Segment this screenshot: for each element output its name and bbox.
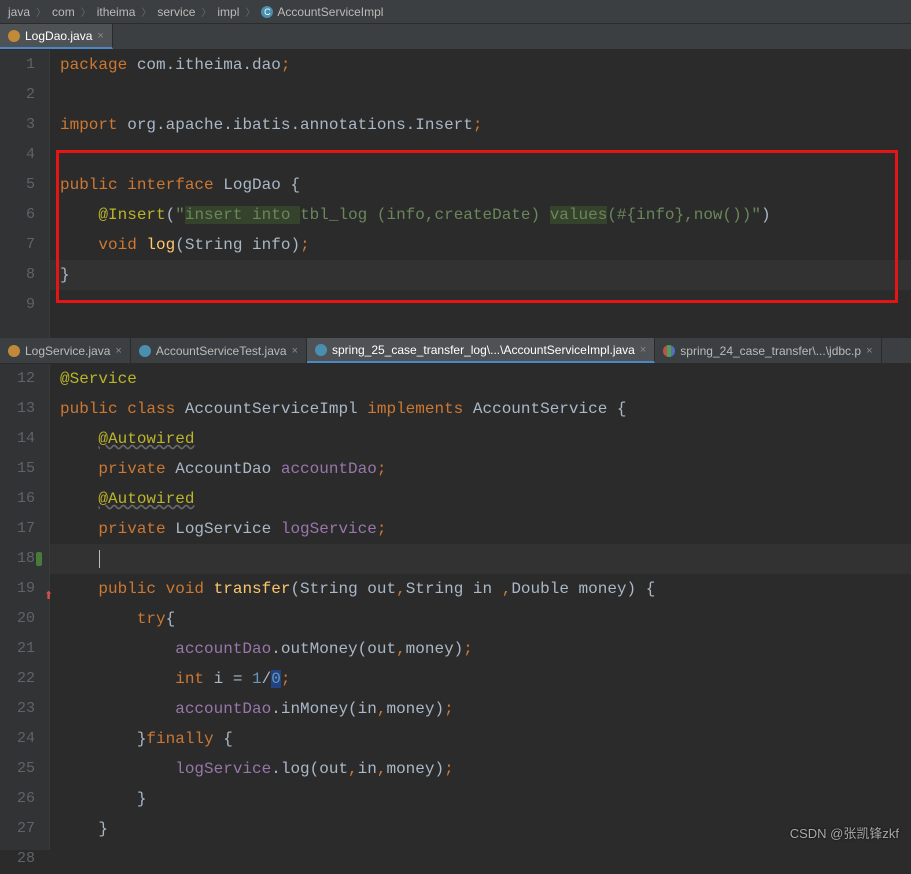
line-number: 25	[0, 754, 35, 784]
code-line[interactable]: void log(String info);	[60, 230, 911, 260]
close-icon[interactable]: ×	[640, 344, 646, 356]
line-number: 12	[0, 364, 35, 394]
code-line[interactable]: import org.apache.ibatis.annotations.Ins…	[60, 110, 911, 140]
file-icon	[8, 30, 20, 42]
code-bottom[interactable]: @Servicepublic class AccountServiceImpl …	[50, 364, 911, 850]
file-icon	[8, 345, 20, 357]
line-number: 7	[0, 230, 35, 260]
gutter-top: 123456789	[0, 50, 50, 338]
line-number: 2	[0, 80, 35, 110]
editor-tabs-bottom: LogService.java × AccountServiceTest.java ×…	[0, 338, 911, 364]
breadcrumb-item[interactable]: service	[157, 5, 195, 19]
line-number: 14	[0, 424, 35, 454]
code-line[interactable]: @Autowired	[60, 424, 911, 454]
line-number: 9	[0, 290, 35, 320]
code-line[interactable]: try{	[60, 604, 911, 634]
code-line[interactable]: int i = 1/0;	[60, 664, 911, 694]
breadcrumb-item[interactable]: itheima	[97, 5, 136, 19]
chevron-right-icon: 〉	[81, 4, 91, 19]
tab-label: spring_25_case_transfer_log\...\AccountS…	[332, 343, 635, 357]
file-icon	[315, 344, 327, 356]
code-top[interactable]: package com.itheima.dao; import org.apac…	[50, 50, 911, 338]
line-number: 3	[0, 110, 35, 140]
line-number: 27	[0, 814, 35, 844]
chevron-right-icon: 〉	[245, 4, 255, 19]
editor-tab[interactable]: LogDao.java ×	[0, 24, 113, 49]
line-number: 19⬆	[0, 574, 35, 604]
code-line[interactable]: }finally {	[60, 724, 911, 754]
line-number: 6	[0, 200, 35, 230]
line-number: 17	[0, 514, 35, 544]
editor-top[interactable]: 123456789 package com.itheima.dao; impor…	[0, 50, 911, 338]
line-number: 21	[0, 634, 35, 664]
chevron-right-icon: 〉	[36, 4, 46, 19]
editor-tab[interactable]: spring_25_case_transfer_log\...\AccountS…	[307, 338, 655, 363]
code-line[interactable]: accountDao.outMoney(out,money);	[60, 634, 911, 664]
line-number: 4	[0, 140, 35, 170]
line-number: 13	[0, 394, 35, 424]
code-line[interactable]: logService.log(out,in,money);	[60, 754, 911, 784]
chevron-right-icon: 〉	[201, 4, 211, 19]
editor-bottom[interactable]: 1213141516171819⬆202122232425262728 @Ser…	[0, 364, 911, 850]
breadcrumb-item[interactable]: com	[52, 5, 75, 19]
code-line[interactable]: @Insert("insert into tbl_log (info,creat…	[60, 200, 911, 230]
tab-label: LogDao.java	[25, 29, 92, 43]
code-line[interactable]	[50, 544, 911, 574]
line-number: 24	[0, 724, 35, 754]
close-icon[interactable]: ×	[292, 345, 298, 357]
line-number: 22	[0, 664, 35, 694]
code-line[interactable]	[60, 140, 911, 170]
line-number: 20	[0, 604, 35, 634]
code-line[interactable]: public interface LogDao {	[60, 170, 911, 200]
code-line[interactable]: accountDao.inMoney(in,money);	[60, 694, 911, 724]
line-number: 1	[0, 50, 35, 80]
code-line[interactable]: @Service	[60, 364, 911, 394]
code-line[interactable]: }	[60, 784, 911, 814]
file-icon	[663, 345, 675, 357]
editor-tab[interactable]: spring_24_case_transfer\...\jdbc.p ×	[655, 338, 881, 363]
tab-label: LogService.java	[25, 344, 110, 358]
editor-tab[interactable]: LogService.java ×	[0, 338, 131, 363]
code-line[interactable]: private AccountDao accountDao;	[60, 454, 911, 484]
close-icon[interactable]: ×	[115, 345, 121, 357]
editor-tabs-top: LogDao.java ×	[0, 24, 911, 50]
breadcrumb-item[interactable]: impl	[217, 5, 239, 19]
line-number: 8	[0, 260, 35, 290]
line-number: 18	[0, 544, 35, 574]
code-line[interactable]	[60, 290, 911, 320]
code-line[interactable]: }	[60, 814, 911, 844]
code-line[interactable]: @Autowired	[60, 484, 911, 514]
chevron-right-icon: 〉	[141, 4, 151, 19]
line-number: 16	[0, 484, 35, 514]
editor-tab[interactable]: AccountServiceTest.java ×	[131, 338, 307, 363]
line-number: 28	[0, 844, 35, 874]
breadcrumb-item[interactable]: java	[8, 5, 30, 19]
watermark: CSDN @张凯锋zkf	[790, 823, 899, 842]
code-line[interactable]	[60, 80, 911, 110]
breadcrumb-item[interactable]: CAccountServiceImpl	[261, 5, 383, 19]
breadcrumb[interactable]: java 〉 com 〉 itheima 〉 service 〉 impl 〉 CAccountSe…	[0, 0, 911, 24]
code-line[interactable]: package com.itheima.dao;	[60, 50, 911, 80]
code-line[interactable]: private LogService logService;	[60, 514, 911, 544]
tab-label: spring_24_case_transfer\...\jdbc.p	[680, 344, 861, 358]
close-icon[interactable]: ×	[866, 345, 872, 357]
line-number: 5	[0, 170, 35, 200]
close-icon[interactable]: ×	[97, 30, 103, 42]
code-line[interactable]: public void transfer(String out,String i…	[60, 574, 911, 604]
text-caret	[99, 550, 100, 568]
gutter-bottom: 1213141516171819⬆202122232425262728	[0, 364, 50, 850]
line-number: 23	[0, 694, 35, 724]
code-line[interactable]: public class AccountServiceImpl implemen…	[60, 394, 911, 424]
tab-label: AccountServiceTest.java	[156, 344, 287, 358]
line-number: 26	[0, 784, 35, 814]
file-icon	[139, 345, 151, 357]
line-number: 15	[0, 454, 35, 484]
vcs-marker-icon	[36, 552, 42, 566]
code-line[interactable]	[60, 844, 911, 874]
class-icon: C	[261, 6, 273, 18]
code-line[interactable]: }	[50, 260, 911, 290]
